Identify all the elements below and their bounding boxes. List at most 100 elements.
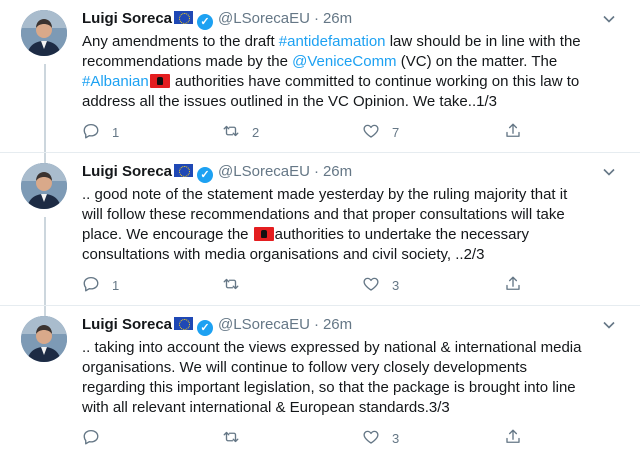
- tweet-card[interactable]: Luigi Soreca ✓ @LSorecaEU · 26m Any amendment…: [0, 0, 640, 164]
- share-icon: [504, 428, 522, 449]
- reply-button[interactable]: [82, 428, 112, 448]
- tweet-header: Luigi Soreca ✓ @LSorecaEU · 26m: [82, 315, 352, 336]
- heart-icon: [362, 275, 380, 296]
- separator-dot: ·: [313, 163, 319, 180]
- tweet-text: Any amendments to the draft #antidefamat…: [82, 32, 618, 112]
- tweet-link[interactable]: @VeniceComm: [292, 53, 396, 70]
- tweet-header: Luigi Soreca ✓ @LSorecaEU · 26m: [82, 9, 352, 30]
- eu-flag-icon: [174, 164, 194, 177]
- heart-icon: [362, 122, 380, 143]
- retweet-icon: [222, 122, 240, 143]
- chevron-down-icon[interactable]: [602, 165, 616, 179]
- verified-badge-icon: ✓: [197, 167, 214, 183]
- albania-flag-icon: [253, 227, 274, 241]
- reply-icon: [82, 428, 100, 449]
- author-name[interactable]: Luigi Soreca: [82, 10, 172, 27]
- thread-connector-line: [44, 217, 46, 317]
- like-count: 3: [392, 430, 400, 446]
- tweet-text-segment: authorities to undertake the necessary: [274, 226, 529, 243]
- tweet-text-line: .. taking into account the views express…: [82, 338, 618, 358]
- tweet-text-line: address all the issues outlined in the V…: [82, 92, 618, 112]
- tweet-text: .. taking into account the views express…: [82, 338, 618, 418]
- tweet-text-line: .. good note of the statement made yeste…: [82, 185, 618, 205]
- tweet-header: Luigi Soreca ✓ @LSorecaEU · 26m: [82, 162, 352, 183]
- author-handle[interactable]: @LSorecaEU: [218, 316, 310, 333]
- tweet-text-segment: law should be in line with the: [385, 33, 581, 50]
- avatar[interactable]: [21, 316, 67, 362]
- tweet-timestamp[interactable]: 26m: [323, 316, 352, 333]
- tweet-text-line: Any amendments to the draft #antidefamat…: [82, 32, 618, 52]
- tweet-text-segment: consultations with media organisations a…: [82, 246, 485, 263]
- tweet-text-line: with all relevant international & Europe…: [82, 398, 618, 418]
- tweet-text-segment: .. taking into account the views express…: [82, 339, 582, 356]
- tweet-actions: 3: [82, 428, 582, 448]
- share-button[interactable]: [504, 428, 522, 448]
- separator-dot: ·: [313, 10, 319, 27]
- chevron-down-icon[interactable]: [602, 318, 616, 332]
- reply-icon: [82, 275, 100, 296]
- tweet-timestamp[interactable]: 26m: [323, 163, 352, 180]
- like-button[interactable]: 3: [362, 275, 399, 295]
- author-name[interactable]: Luigi Soreca: [82, 163, 172, 180]
- tweet-text-segment: with all relevant international & Europe…: [82, 399, 450, 416]
- tweet-text: .. good note of the statement made yeste…: [82, 185, 618, 265]
- verified-badge-icon: ✓: [197, 14, 214, 30]
- share-icon: [504, 122, 522, 143]
- tweet-text-line: organisations. We will continue to follo…: [82, 358, 618, 378]
- like-count: 3: [392, 277, 400, 293]
- tweet-text-segment: address all the issues outlined in the V…: [82, 93, 497, 110]
- author-name[interactable]: Luigi Soreca: [82, 316, 172, 333]
- retweet-button[interactable]: [222, 275, 252, 295]
- retweet-count: 2: [252, 124, 260, 140]
- retweet-button[interactable]: [222, 428, 252, 448]
- tweet-text-segment: organisations. We will continue to follo…: [82, 359, 527, 376]
- tweet-text-segment: place. We encourage the: [82, 226, 253, 243]
- tweet-link[interactable]: #Albanian: [82, 73, 149, 90]
- tweet-text-segment: regarding this important legislation, so…: [82, 379, 576, 396]
- like-button[interactable]: 7: [362, 122, 399, 142]
- tweet-text-line: regarding this important legislation, so…: [82, 378, 618, 398]
- tweet-card[interactable]: Luigi Soreca ✓ @LSorecaEU · 26m .. good note …: [0, 153, 640, 317]
- tweet-actions: 13: [82, 275, 582, 295]
- albania-flag-icon: [149, 74, 170, 88]
- tweet-text-line: #Albanian authorities have committed to …: [82, 72, 618, 92]
- tweet-text-segment: will follow these recommendations and th…: [82, 206, 565, 223]
- heart-icon: [362, 428, 380, 449]
- separator-dot: ·: [313, 316, 319, 333]
- reply-count: 1: [112, 124, 120, 140]
- avatar[interactable]: [21, 163, 67, 209]
- verified-badge-icon: ✓: [197, 320, 214, 336]
- tweet-text-segment: (VC) on the matter. The: [396, 53, 558, 70]
- chevron-down-icon[interactable]: [602, 12, 616, 26]
- eu-flag-icon: [174, 317, 194, 330]
- share-button[interactable]: [504, 275, 522, 295]
- tweet-text-line: place. We encourage the authorities to u…: [82, 225, 618, 245]
- tweet-text-segment: .. good note of the statement made yeste…: [82, 186, 568, 203]
- like-count: 7: [392, 124, 400, 140]
- reply-button[interactable]: 1: [82, 122, 119, 142]
- author-handle[interactable]: @LSorecaEU: [218, 163, 310, 180]
- share-button[interactable]: [504, 122, 522, 142]
- tweet-card[interactable]: Luigi Soreca ✓ @LSorecaEU · 26m .. taking int…: [0, 306, 640, 466]
- tweet-link[interactable]: #antidefamation: [279, 33, 386, 50]
- tweet-timestamp[interactable]: 26m: [323, 10, 352, 27]
- tweet-text-segment: authorities have committed to continue w…: [170, 73, 580, 90]
- reply-count: 1: [112, 277, 120, 293]
- tweet-text-line: will follow these recommendations and th…: [82, 205, 618, 225]
- avatar[interactable]: [21, 10, 67, 56]
- reply-icon: [82, 122, 100, 143]
- tweet-text-segment: recommendations made by the: [82, 53, 293, 70]
- tweet-actions: 1 2 7: [82, 122, 582, 142]
- thread-connector-line: [44, 64, 46, 164]
- tweet-text-line: recommendations made by the @VeniceComm …: [82, 52, 618, 72]
- like-button[interactable]: 3: [362, 428, 399, 448]
- retweet-icon: [222, 275, 240, 296]
- retweet-button[interactable]: 2: [222, 122, 259, 142]
- retweet-icon: [222, 428, 240, 449]
- share-icon: [504, 275, 522, 296]
- tweet-text-line: consultations with media organisations a…: [82, 245, 618, 265]
- reply-button[interactable]: 1: [82, 275, 119, 295]
- author-handle[interactable]: @LSorecaEU: [218, 10, 310, 27]
- eu-flag-icon: [174, 11, 194, 24]
- tweet-text-segment: Any amendments to the draft: [82, 33, 279, 50]
